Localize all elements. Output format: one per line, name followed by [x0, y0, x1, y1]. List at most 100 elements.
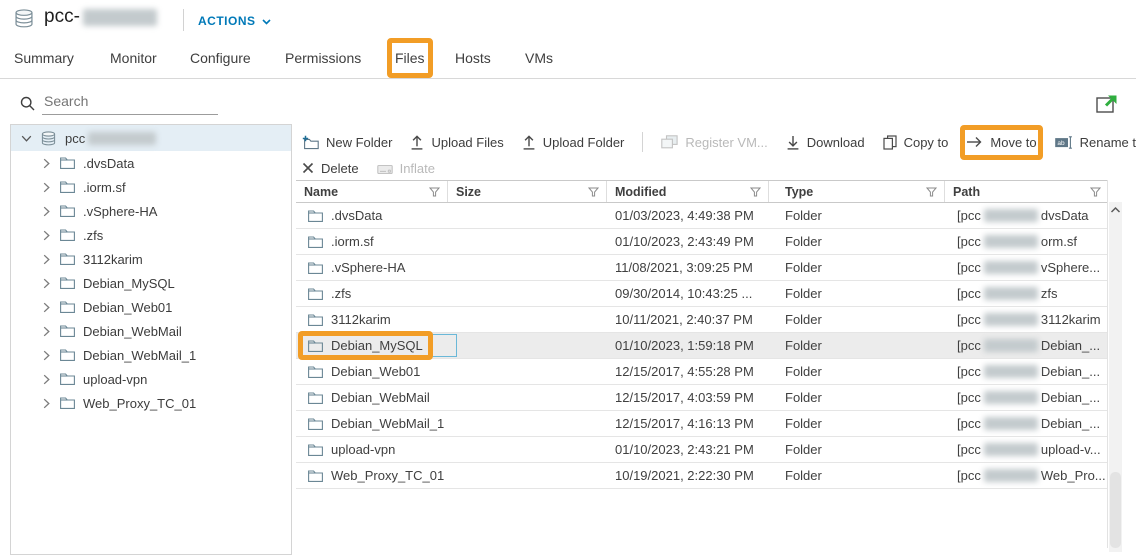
column-header-size[interactable]: Size — [448, 181, 607, 202]
search-input[interactable] — [42, 91, 218, 115]
filter-funnel-icon[interactable] — [1090, 187, 1101, 197]
filter-funnel-icon[interactable] — [588, 187, 599, 197]
tree-item-iorm-sf[interactable]: .iorm.sf — [11, 175, 291, 199]
chevron-right-icon[interactable] — [41, 254, 52, 265]
scroll-up-icon[interactable] — [1109, 206, 1122, 214]
tree-item-debian-webmail[interactable]: Debian_WebMail — [11, 319, 291, 343]
filter-funnel-icon[interactable] — [429, 187, 440, 197]
cell-size — [448, 463, 607, 488]
table-row-upload-vpn[interactable]: upload-vpn01/10/2023, 2:43:21 PMFolder[p… — [296, 437, 1108, 463]
tree-item-web-proxy-tc-01[interactable]: Web_Proxy_TC_01 — [11, 391, 291, 415]
cell-size — [448, 437, 607, 462]
cell-modified: 01/10/2023, 1:59:18 PM — [607, 333, 769, 358]
chevron-right-icon[interactable] — [41, 398, 52, 409]
path-prefix: [pcc — [957, 468, 981, 483]
redacted-text — [984, 235, 1038, 248]
page-title: pcc- — [44, 6, 157, 28]
chevron-right-icon[interactable] — [41, 278, 52, 289]
path-prefix: [pcc — [957, 390, 981, 405]
datastore-tree-panel: pcc.dvsData.iorm.sf .vSphere-HA .zfs3112ka… — [10, 124, 292, 555]
tree-root-datastore[interactable]: pcc — [11, 125, 291, 151]
open-in-new-window-icon[interactable] — [1096, 93, 1120, 119]
toolbar-button-copy-to[interactable]: Copy to — [883, 135, 949, 150]
tab-permissions[interactable]: Permissions — [285, 38, 361, 78]
path-prefix: [pcc — [957, 234, 981, 249]
column-header-modified[interactable]: Modified — [607, 181, 769, 202]
toolbar-button-upload-files[interactable]: Upload Files — [410, 135, 503, 150]
files-table-body: .dvsData01/03/2023, 4:49:38 PMFolder[pcc… — [296, 203, 1108, 489]
redacted-text — [88, 132, 156, 145]
folder-icon — [308, 366, 323, 378]
cell-name: .vSphere-HA — [296, 255, 448, 280]
folder-icon — [60, 325, 75, 337]
chevron-right-icon[interactable] — [41, 374, 52, 385]
cell-name: 3112karim — [296, 307, 448, 332]
filter-funnel-icon[interactable] — [750, 187, 761, 197]
divider — [183, 9, 184, 31]
toolbar-button-label: Upload Files — [431, 135, 503, 150]
cell-type: Folder — [769, 333, 945, 358]
column-header-path[interactable]: Path — [945, 181, 1108, 202]
tree-item-debian-web01[interactable]: Debian_Web01 — [11, 295, 291, 319]
table-row-vsphere-ha[interactable]: .vSphere-HA11/08/2021, 3:09:25 PMFolder[… — [296, 255, 1108, 281]
chevron-right-icon[interactable] — [41, 182, 52, 193]
chevron-right-icon[interactable] — [41, 350, 52, 361]
folder-icon — [308, 444, 323, 456]
chevron-right-icon[interactable] — [41, 206, 52, 217]
tab-configure[interactable]: Configure — [190, 38, 251, 78]
toolbar-button-upload-folder[interactable]: Upload Folder — [522, 135, 625, 150]
file-name: .vSphere-HA — [331, 260, 405, 275]
table-row-debian-webmail-1[interactable]: Debian_WebMail_112/15/2017, 4:16:13 PMFo… — [296, 411, 1108, 437]
filter-funnel-icon[interactable] — [926, 187, 937, 197]
chevron-down-icon[interactable] — [21, 135, 32, 142]
tab-summary[interactable]: Summary — [14, 38, 74, 78]
toolbar-button-delete[interactable]: Delete — [302, 161, 359, 176]
redacted-text — [984, 469, 1038, 482]
table-row-web-proxy-tc-01[interactable]: Web_Proxy_TC_0110/19/2021, 2:22:30 PMFol… — [296, 463, 1108, 489]
tree-item-3112karim[interactable]: 3112karim — [11, 247, 291, 271]
tree-item-debian-webmail-1[interactable]: Debian_WebMail_1 — [11, 343, 291, 367]
tree-item-upload-vpn[interactable]: upload-vpn — [11, 367, 291, 391]
table-row-debian-webmail[interactable]: Debian_WebMail12/15/2017, 4:03:59 PMFold… — [296, 385, 1108, 411]
path-prefix: [pcc — [957, 338, 981, 353]
cell-type: Folder — [769, 229, 945, 254]
folder-icon — [60, 253, 75, 265]
tab-files[interactable]: Files — [395, 38, 425, 78]
table-row-debian-web01[interactable]: Debian_Web0112/15/2017, 4:55:28 PMFolder… — [296, 359, 1108, 385]
cell-type: Folder — [769, 359, 945, 384]
tree-item-label: .vSphere-HA — [83, 204, 157, 219]
chevron-right-icon[interactable] — [41, 230, 52, 241]
table-row-debian-mysql[interactable]: Debian_MySQL01/10/2023, 1:59:18 PMFolder… — [296, 333, 1108, 359]
tab-hosts[interactable]: Hosts — [455, 38, 491, 78]
tab-vms[interactable]: VMs — [525, 38, 553, 78]
table-row-iorm-sf[interactable]: .iorm.sf01/10/2023, 2:43:49 PMFolder[pcc… — [296, 229, 1108, 255]
path-prefix: [pcc — [957, 442, 981, 457]
folder-icon — [308, 340, 323, 352]
tab-monitor[interactable]: Monitor — [110, 38, 157, 78]
path-suffix: zfs — [1041, 286, 1058, 301]
chevron-right-icon[interactable] — [41, 326, 52, 337]
cell-name: Debian_WebMail_1 — [296, 411, 448, 436]
table-row-zfs[interactable]: .zfs09/30/2014, 10:43:25 ...Folder[pcczf… — [296, 281, 1108, 307]
chevron-right-icon[interactable] — [41, 158, 52, 169]
table-row-dvsdata[interactable]: .dvsData01/03/2023, 4:49:38 PMFolder[pcc… — [296, 203, 1108, 229]
tree-item-debian-mysql[interactable]: Debian_MySQL — [11, 271, 291, 295]
chevron-right-icon[interactable] — [41, 302, 52, 313]
tab-bar: Summary Monitor Configure Permissions Files H… — [0, 38, 1136, 79]
folder-icon — [60, 229, 75, 241]
tree-item-zfs[interactable]: .zfs — [11, 223, 291, 247]
tree-item-vsphere-ha[interactable]: .vSphere-HA — [11, 199, 291, 223]
column-header-type[interactable]: Type — [769, 181, 945, 202]
actions-menu-button[interactable]: ACTIONS — [198, 14, 271, 28]
tab-label: Hosts — [455, 50, 491, 66]
column-header-name[interactable]: Name — [296, 181, 448, 202]
toolbar-button-new-folder[interactable]: New Folder — [302, 135, 392, 150]
toolbar-button-move-to[interactable]: Move to — [966, 135, 1036, 150]
toolbar-button-download[interactable]: Download — [786, 135, 865, 150]
table-row-3112karim[interactable]: 3112karim10/11/2021, 2:40:37 PMFolder[pc… — [296, 307, 1108, 333]
cell-name: Web_Proxy_TC_01 — [296, 463, 448, 488]
scrollbar-thumb[interactable] — [1110, 472, 1121, 548]
toolbar-button-rename-to[interactable]: abRename to — [1055, 135, 1136, 150]
folder-icon — [308, 236, 323, 248]
tree-item-dvsdata[interactable]: .dvsData — [11, 151, 291, 175]
